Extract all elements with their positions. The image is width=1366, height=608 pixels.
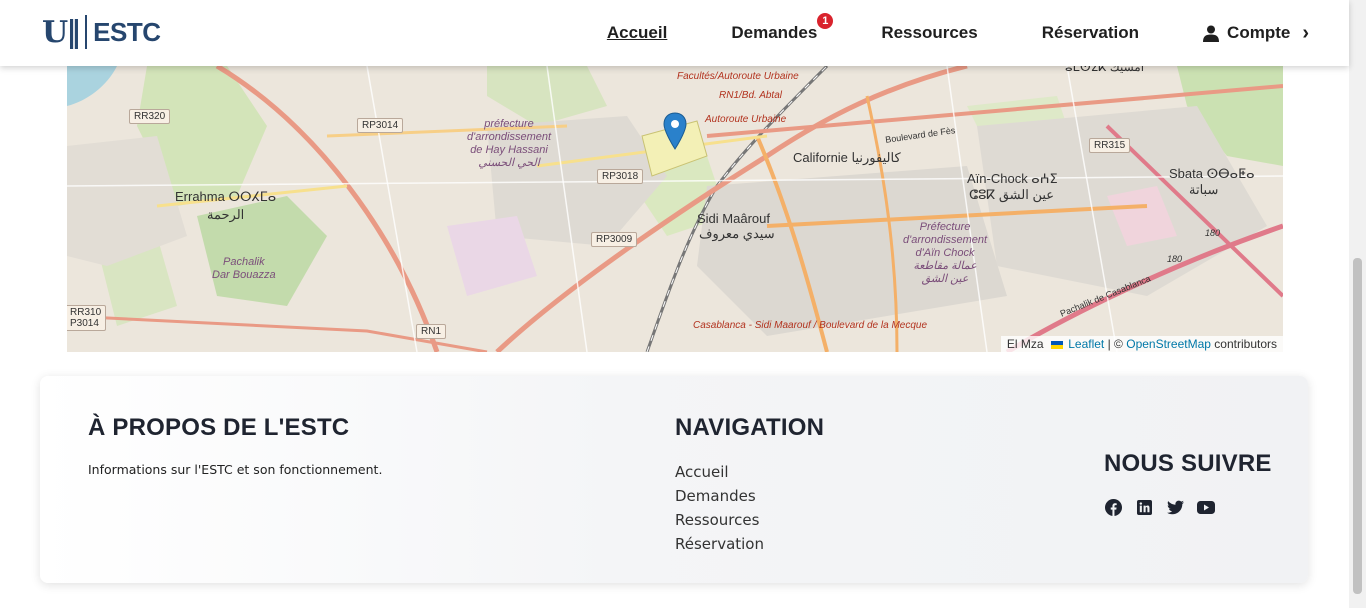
shield-rp3009: RP3009 [591,232,638,247]
linkedin-icon[interactable] [1135,498,1153,516]
shield-rp3014: RP3014 [357,118,404,133]
nav-demandes[interactable]: Demandes 1 [731,13,834,43]
footer-link-accueil[interactable]: Accueil [675,460,824,484]
logo-divider [85,15,88,49]
nav-accueil[interactable]: Accueil [607,23,667,43]
label-errahma: Errahma ⵔⵔⵃⵎⴰ [175,189,277,204]
facebook-icon[interactable] [1104,498,1122,516]
follow-title: NOUS SUIVRE [1104,450,1272,477]
navigation-title: NAVIGATION [675,414,825,441]
label-sidi-maarouf-ar: سيدي معروف [699,226,775,241]
label-pachalik: Pachalik Dar Bouazza [212,256,276,281]
footer-link-ressources[interactable]: Ressources [675,508,824,532]
account-label: Compte [1227,23,1291,42]
scrollbar-thumb[interactable] [1353,258,1362,594]
footer-link-reservation[interactable]: Réservation [675,532,824,556]
label-rn1: RN1/Bd. Abtal [719,90,782,101]
shield-rr310: RR310 P3014 [67,305,107,331]
label-prefecture-ain: Préfecture d'arrondissement d'Aïn Chock … [903,221,988,285]
label-sbata-ar: سباتة [1189,182,1219,197]
notification-badge: 1 [817,13,834,29]
map-tiles [67,66,1283,352]
nav-ressources[interactable]: Ressources [881,23,977,43]
footer-link-demandes[interactable]: Demandes [675,484,824,508]
label-sbata: Sbata ⵙⴱⴰⵟⴰ [1169,166,1255,181]
openstreetmap-link[interactable]: OpenStreetMap [1126,337,1211,351]
label-ain-chock-2: ⵛⵓⴽ عين الشق [969,187,1055,202]
label-autoroute: Autoroute Urbaine [705,114,787,125]
estc-logo[interactable]: U‖ ESTC [42,14,161,50]
logo-text: ESTC [93,16,161,47]
footer-follow: NOUS SUIVRE [1104,450,1272,516]
shield-rr315: RR315 [1089,138,1131,153]
campus-map[interactable]: Facultés/Autoroute Urbaine RN1/Bd. Abtal… [67,66,1283,352]
footer-navigation: NAVIGATION Accueil Demandes Ressources R… [675,414,824,556]
leaflet-link[interactable]: Leaflet [1068,337,1104,351]
label-180-b: 180 [1167,254,1183,264]
about-title: À PROPOS DE L'ESTC [88,414,350,441]
youtube-icon[interactable] [1197,498,1215,516]
social-links [1104,498,1272,516]
footer-about: À PROPOS DE L'ESTC Informations sur l'ES… [88,414,382,477]
nav-reservation[interactable]: Réservation [1042,23,1139,43]
attribution-el-mza: El Mza [1006,337,1044,351]
location-marker-icon[interactable] [663,112,687,150]
page: U‖ ESTC Accueil Demandes 1 Ressources Rés… [0,0,1366,608]
label-sidi-maarouf: Sidi Maârouf [697,211,770,226]
about-text: Informations sur l'ESTC et son fonctionn… [88,462,383,477]
logo-mark: U‖ [42,14,81,50]
twitter-icon[interactable] [1166,498,1184,516]
attribution-contributors: contributors [1214,337,1277,351]
page-scrollbar[interactable] [1349,0,1366,608]
footer-links: Accueil Demandes Ressources Réservation [675,460,824,556]
shield-rn1: RN1 [416,324,447,339]
label-californie: Californie كاليفورنيا [793,150,901,165]
label-casablanca-sidi: Casablanca - Sidi Maarouf / Boulevard de… [693,320,928,331]
top-navbar: U‖ ESTC Accueil Demandes 1 Ressources Rés… [0,0,1349,66]
label-errahma-ar: الرحمة [207,207,245,222]
nav-demandes-label: Demandes [731,23,818,42]
ukraine-flag-icon [1050,340,1063,349]
shield-rp3018: RP3018 [597,169,644,184]
label-prefecture-hay: préfecture d'arrondissement de Hay Hassa… [467,118,552,169]
label-180-a: 180 [1205,228,1221,238]
user-icon [1203,25,1220,42]
shield-rr320: RR320 [129,109,171,124]
label-facultes: Facultés/Autoroute Urbaine [677,71,799,82]
label-amsik: ⵓⵎⵙⵉⴽ امسيك [1065,66,1145,74]
chevron-right-icon: › [1302,21,1309,44]
site-footer: À PROPOS DE L'ESTC Informations sur l'ES… [40,376,1308,583]
main-nav: Accueil Demandes 1 Ressources Réservation… [543,0,1309,66]
label-ain-chock: Aïn-Chock ⴰⵄⵉ [967,171,1058,186]
account-menu[interactable]: Compte › [1203,22,1309,45]
attribution-separator: | © [1107,337,1123,351]
map-attribution: El Mza Leaflet | © OpenStreetMap contrib… [1000,336,1283,352]
